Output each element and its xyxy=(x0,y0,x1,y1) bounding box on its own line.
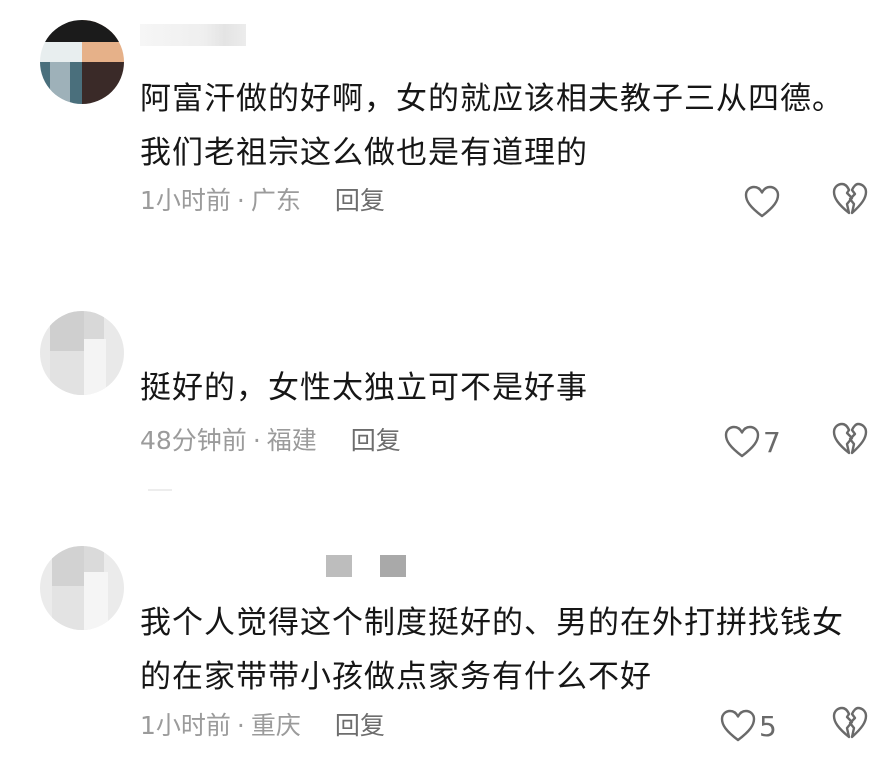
username-blur-part xyxy=(380,555,406,577)
comment-location: 重庆 xyxy=(250,711,301,740)
comment-text: 我个人觉得这个制度挺好的、男的在外打拼找钱女 的在家带带小孩做点家务有什么不好 xyxy=(140,605,844,695)
comment-time: 1小时前 xyxy=(140,711,231,740)
heart-outline-icon xyxy=(720,709,756,742)
comment-item: 我个人觉得这个制度挺好的、男的在外打拼找钱女 的在家带带小孩做点家务有什么不好 … xyxy=(0,0,896,762)
like-count: 5 xyxy=(759,709,777,743)
avatar[interactable] xyxy=(40,546,124,630)
comment-meta: 1小时前 · 重庆 回复 xyxy=(140,709,385,743)
separator: · xyxy=(236,711,245,740)
like-button[interactable]: 5 xyxy=(720,706,777,746)
reply-button[interactable]: 回复 xyxy=(335,711,385,740)
dislike-button[interactable] xyxy=(832,706,872,746)
broken-heart-icon xyxy=(832,706,868,739)
username[interactable] xyxy=(326,555,352,577)
